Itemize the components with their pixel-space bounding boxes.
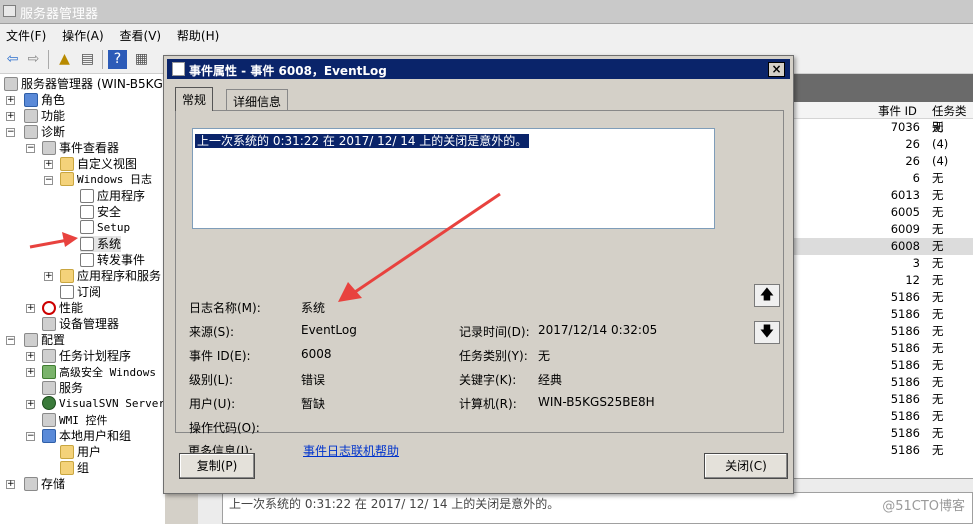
tab-general[interactable]: 常规 [175,87,214,111]
watermark: @51CTO博客 [882,499,965,514]
red-arrow-to-event-id-icon [338,192,501,302]
annotation-overlay [29,192,501,302]
red-arrow-to-system-icon [29,232,78,249]
